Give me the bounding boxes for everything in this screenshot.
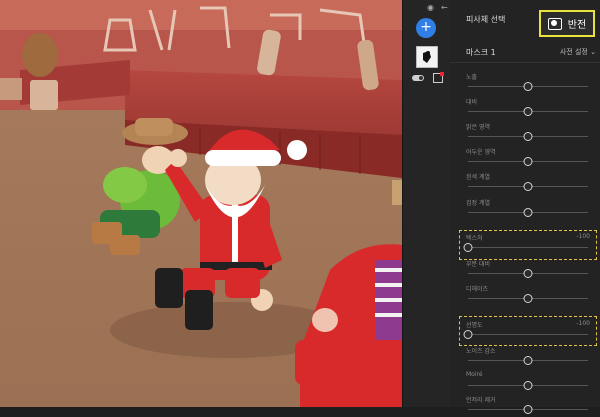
- slider-knob[interactable]: [523, 208, 533, 217]
- eye-icon[interactable]: ◉: [427, 4, 434, 12]
- slider-row[interactable]: Moiré: [466, 371, 590, 393]
- chevron-down-icon: ⌄: [590, 48, 596, 56]
- slider-knob[interactable]: [523, 294, 533, 303]
- add-mask-button[interactable]: +: [416, 18, 436, 38]
- mask-visibility-toggle[interactable]: [412, 75, 424, 81]
- slider-knob[interactable]: [523, 356, 533, 365]
- slider-knob[interactable]: [523, 82, 533, 91]
- mask-row: 마스크 1 사전 설정 ⌄: [466, 44, 596, 58]
- preset-dropdown[interactable]: 사전 설정 ⌄: [560, 47, 596, 57]
- invert-label: 반전: [567, 20, 587, 31]
- slider-label: 디헤이즈: [466, 286, 489, 293]
- texture-highlight: [459, 230, 597, 260]
- back-arrow-icon[interactable]: ←: [441, 4, 448, 12]
- photo-canvas[interactable]: [0, 0, 402, 407]
- slider-knob[interactable]: [523, 132, 533, 141]
- mask-thumbnail-image: [423, 51, 431, 63]
- slider-knob[interactable]: [523, 269, 533, 278]
- slider-knob[interactable]: [523, 107, 533, 116]
- slider-row[interactable]: 디헤이즈: [466, 284, 590, 306]
- slider-knob[interactable]: [523, 157, 533, 166]
- invert-icon: [547, 17, 562, 30]
- slider-row[interactable]: 부분 대비: [466, 259, 590, 281]
- slider-label: 어두운 영역: [466, 149, 496, 156]
- slider-label: 부분 대비: [466, 261, 490, 268]
- slider-knob[interactable]: [523, 182, 533, 191]
- slider-row[interactable]: 노이즈 감소: [466, 346, 590, 368]
- clarity-highlight: [459, 316, 597, 346]
- invert-button[interactable]: 반전: [539, 10, 595, 37]
- slider-label: Moiré: [466, 371, 483, 378]
- mask-thumbnail[interactable]: [416, 46, 438, 68]
- slider-label: 밝은 영역: [466, 124, 490, 131]
- slider-row[interactable]: 밝은 영역: [466, 122, 590, 144]
- slider-knob[interactable]: [523, 405, 533, 414]
- slider-label: 검정 계열: [466, 200, 490, 207]
- slider-row[interactable]: 검정 계열: [466, 198, 590, 220]
- divider: [450, 62, 600, 63]
- slider-row[interactable]: 대비: [466, 97, 590, 119]
- slider-label: 흰색 계열: [466, 174, 490, 181]
- preset-label: 사전 설정: [559, 48, 588, 56]
- slider-row[interactable]: 흰색 계열: [466, 172, 590, 194]
- panel-title: 피사체 선택: [466, 15, 506, 24]
- slider-row[interactable]: 언저리 제거: [466, 395, 590, 417]
- overlay-icon[interactable]: [433, 72, 444, 83]
- slider-row[interactable]: 노출: [466, 72, 590, 94]
- slider-label: 언저리 제거: [466, 397, 496, 404]
- slider-label: 노출: [466, 74, 478, 81]
- mask-name: 마스크 1: [466, 48, 496, 57]
- slider-knob[interactable]: [523, 381, 533, 390]
- slider-row[interactable]: 어두운 영역: [466, 147, 590, 169]
- slider-label: 대비: [466, 99, 478, 106]
- photo-image: [0, 0, 402, 407]
- slider-label: 노이즈 감소: [466, 348, 496, 355]
